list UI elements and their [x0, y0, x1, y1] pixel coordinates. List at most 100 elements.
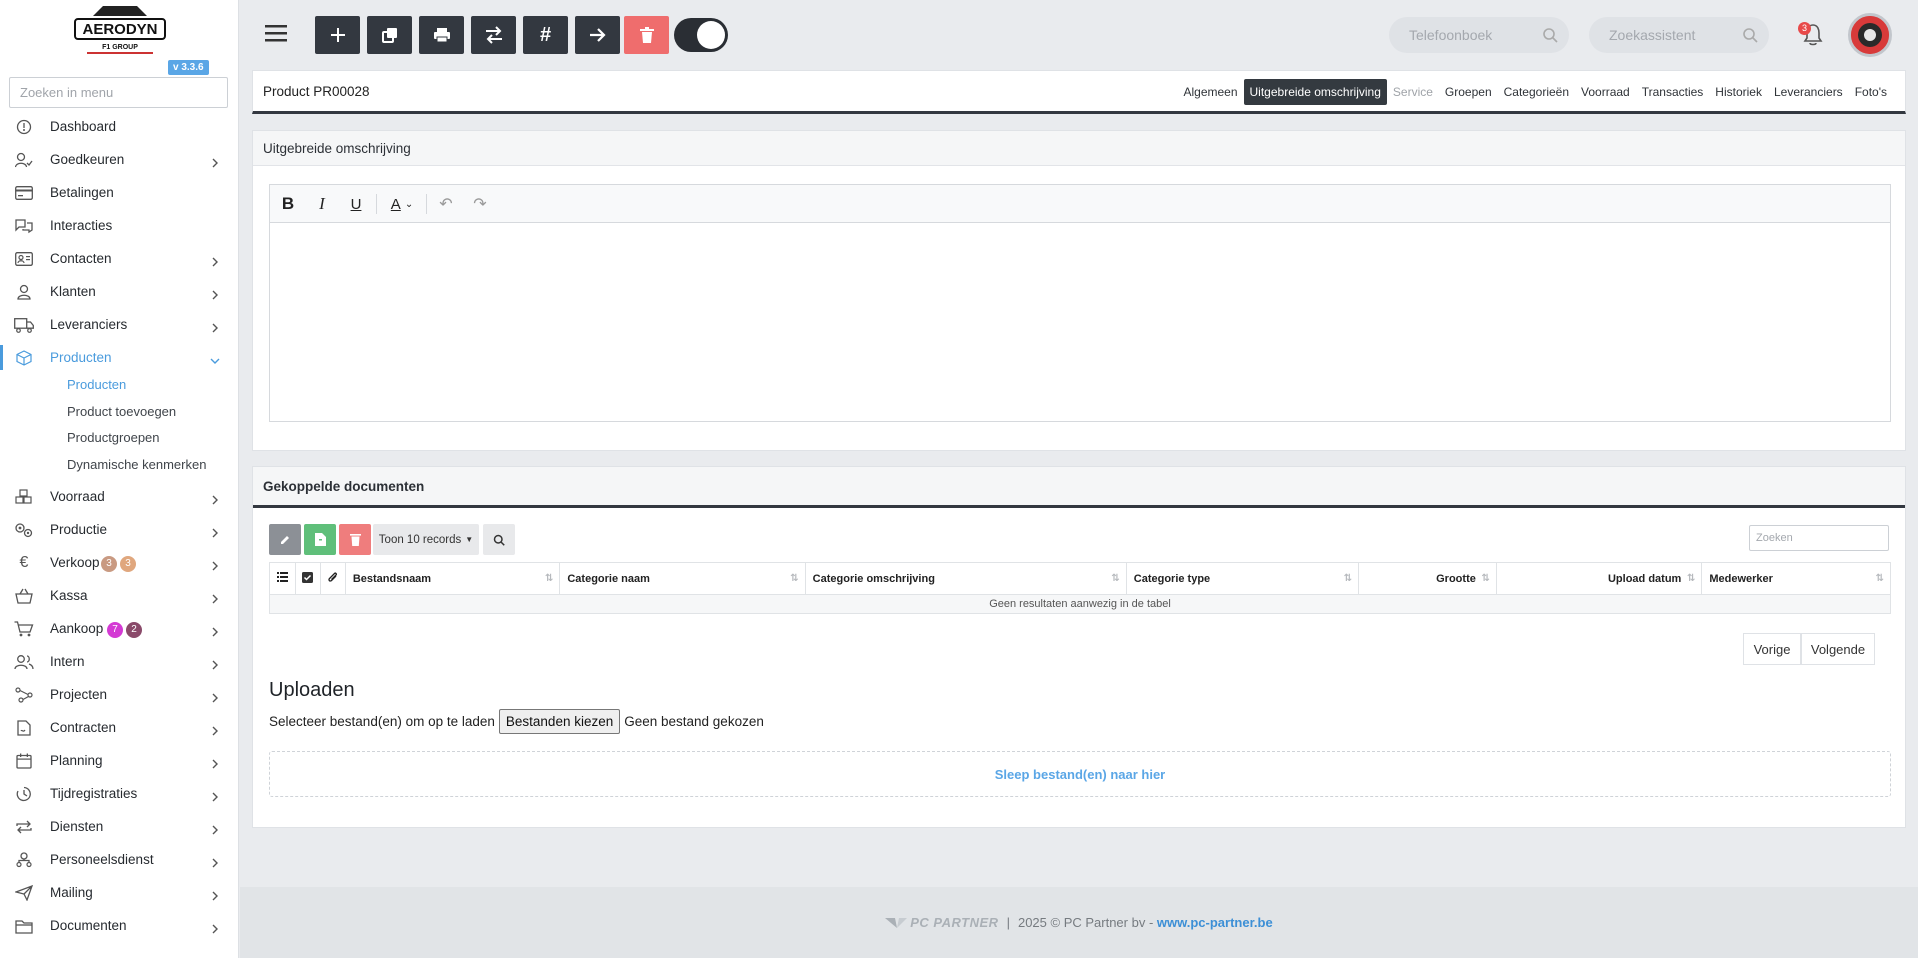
transfer-button[interactable]: [471, 16, 516, 54]
tab-groepen[interactable]: Groepen: [1439, 79, 1498, 105]
italic-icon: I: [319, 194, 325, 213]
hamburger-menu-icon[interactable]: [265, 22, 287, 44]
send-icon: [14, 884, 34, 902]
duplicate-button[interactable]: [367, 16, 412, 54]
documents-search-input[interactable]: [1749, 525, 1889, 551]
file-dropzone[interactable]: Sleep bestand(en) naar hier: [269, 751, 1891, 797]
user-check-icon: [14, 151, 34, 169]
search-icon: [1543, 28, 1558, 43]
sidebar-item-verkoop[interactable]: € Verkoop 3 3: [0, 546, 238, 579]
tab-uitgebreide-omschrijving[interactable]: Uitgebreide omschrijving: [1243, 79, 1387, 105]
next-page-button[interactable]: Volgende: [1801, 633, 1875, 665]
no-file-label: Geen bestand gekozen: [624, 714, 764, 729]
tab-transacties[interactable]: Transacties: [1636, 79, 1710, 105]
sidebar-item-dashboard[interactable]: Dashboard: [0, 110, 238, 143]
column-header-grootte[interactable]: Grootte ⇅: [1358, 562, 1497, 595]
sidebar-item-voorraad[interactable]: Voorraad: [0, 480, 238, 513]
choose-files-button[interactable]: Bestanden kiezen: [498, 709, 621, 734]
sidebar-item-contacten[interactable]: Contacten: [0, 242, 238, 275]
select-all-column[interactable]: [294, 562, 321, 595]
sidebar-item-klanten[interactable]: Klanten: [0, 275, 238, 308]
sidebar-item-documenten[interactable]: Documenten: [0, 909, 238, 942]
avatar[interactable]: [1848, 13, 1892, 57]
sidebar-item-betalingen[interactable]: Betalingen: [0, 176, 238, 209]
sidebar-item-productie[interactable]: Productie: [0, 513, 238, 546]
column-header-categorie-naam[interactable]: Categorie naam ⇅: [559, 562, 806, 595]
chevron-right-icon: [210, 155, 220, 167]
print-button[interactable]: [419, 16, 464, 54]
undo-button[interactable]: ↶: [434, 193, 458, 215]
tab-service[interactable]: Service: [1387, 79, 1439, 105]
toolbar-divider: [426, 194, 427, 214]
sidebar-subitem-dynamische-kenmerken[interactable]: Dynamische kenmerken: [67, 457, 206, 472]
tab-algemeen[interactable]: Algemeen: [1177, 79, 1243, 105]
sort-icon: ⇅: [1111, 573, 1120, 584]
add-document-button[interactable]: [304, 524, 336, 555]
sidebar-item-personeelsdienst[interactable]: Personeelsdienst: [0, 843, 238, 876]
sidebar-item-kassa[interactable]: Kassa: [0, 579, 238, 612]
sidebar-subitem-producten[interactable]: Producten: [67, 377, 126, 392]
nodes-icon: [14, 686, 34, 704]
documents-panel: Gekoppelde documenten Toon 10 records▼ B…: [252, 466, 1906, 828]
delete-button[interactable]: [624, 16, 669, 54]
sidebar-item-contracten[interactable]: Contracten: [0, 711, 238, 744]
sidebar-item-mailing[interactable]: Mailing: [0, 876, 238, 909]
gears-icon: [14, 521, 34, 539]
column-header-categorie-omschrijving[interactable]: Categorie omschrijving ⇅: [804, 562, 1127, 595]
theme-toggle[interactable]: [674, 18, 728, 52]
tab-historiek[interactable]: Historiek: [1709, 79, 1768, 105]
tab-categorie-n[interactable]: Categorieën: [1498, 79, 1575, 105]
list-column[interactable]: [269, 562, 296, 595]
toolbar-divider: [376, 194, 377, 214]
sidebar-subitem-productgroepen[interactable]: Productgroepen: [67, 430, 160, 445]
chevron-right-icon: [210, 657, 220, 669]
clock-icon: [14, 785, 34, 803]
version-badge: v 3.3.6: [168, 60, 209, 75]
redo-icon: ↷: [473, 196, 487, 213]
number-button[interactable]: #: [523, 16, 568, 54]
column-header-upload-datum[interactable]: Upload datum ⇅: [1495, 562, 1703, 595]
sidebar-item-interacties[interactable]: Interacties: [0, 209, 238, 242]
sidebar-item-goedkeuren[interactable]: Goedkeuren: [0, 143, 238, 176]
trash-icon: [639, 27, 654, 43]
redo-button[interactable]: ↷: [468, 193, 492, 215]
chat-icon: [14, 217, 34, 235]
aerodyn-logo[interactable]: AERODYN F1 GROUP: [73, 2, 167, 56]
basket-icon: [14, 587, 34, 605]
copy-icon: [381, 28, 397, 43]
table-header-row: Bestandsnaam ⇅ Categorie naam ⇅ Categorie om…: [269, 562, 1891, 595]
sidebar-item-projecten[interactable]: Projecten: [0, 678, 238, 711]
sidebar-item-leveranciers[interactable]: Leveranciers: [0, 308, 238, 341]
editor-content[interactable]: [270, 223, 1890, 421]
attachment-column[interactable]: [319, 562, 346, 595]
underline-button[interactable]: U: [344, 193, 368, 215]
edit-document-button[interactable]: [269, 524, 301, 555]
sidebar-item-aankoop[interactable]: Aankoop 7 2: [0, 612, 238, 645]
sidebar-item-label: Goedkeuren: [50, 152, 125, 167]
footer: PC PARTNER | 2025 © PC Partner bv - www.…: [240, 887, 1918, 958]
menu-search-input[interactable]: [9, 77, 228, 108]
sidebar-item-producten[interactable]: Producten: [0, 341, 238, 374]
column-header-medewerker[interactable]: Medewerker ⇅: [1701, 562, 1891, 595]
delete-document-button[interactable]: [339, 524, 371, 555]
text-color-button[interactable]: A ⌄: [384, 193, 420, 215]
forward-button[interactable]: [575, 16, 620, 54]
sidebar-item-diensten[interactable]: Diensten: [0, 810, 238, 843]
table-search-button[interactable]: [483, 524, 515, 555]
tab-leveranciers[interactable]: Leveranciers: [1768, 79, 1849, 105]
sidebar-item-tijdregistraties[interactable]: Tijdregistraties: [0, 777, 238, 810]
sidebar-item-intern[interactable]: Intern: [0, 645, 238, 678]
add-button[interactable]: [315, 16, 360, 54]
column-header-bestandsnaam[interactable]: Bestandsnaam ⇅: [344, 562, 561, 595]
sidebar-item-planning[interactable]: Planning: [0, 744, 238, 777]
bold-button[interactable]: B: [276, 193, 300, 215]
trash-icon: [349, 534, 361, 546]
column-header-categorie-type[interactable]: Categorie type ⇅: [1125, 562, 1360, 595]
sidebar-subitem-product-toevoegen[interactable]: Product toevoegen: [67, 404, 176, 419]
tab-foto-s[interactable]: Foto's: [1849, 79, 1893, 105]
italic-button[interactable]: I: [310, 193, 334, 215]
previous-page-button[interactable]: Vorige: [1743, 633, 1801, 665]
tab-voorraad[interactable]: Voorraad: [1575, 79, 1636, 105]
website-link[interactable]: www.pc-partner.be: [1157, 915, 1273, 930]
records-per-page-dropdown[interactable]: Toon 10 records ▼: [373, 524, 479, 555]
